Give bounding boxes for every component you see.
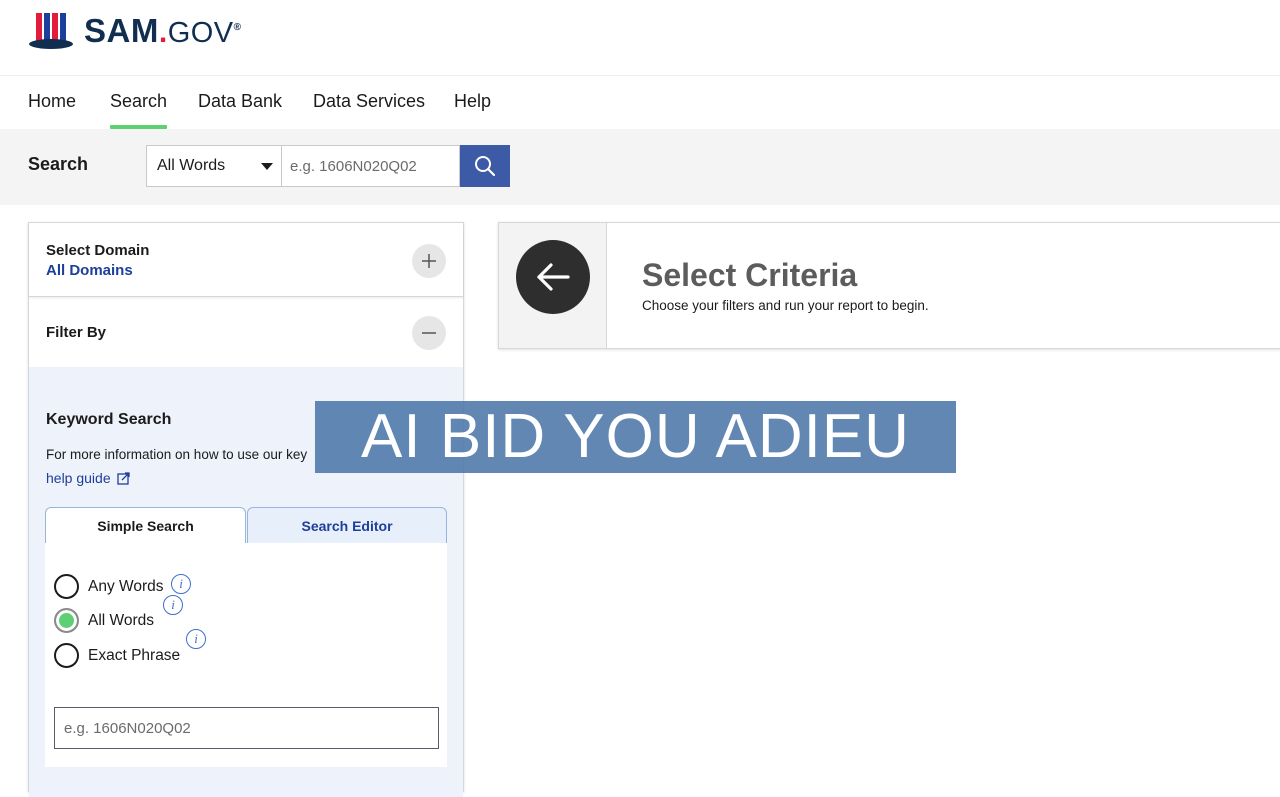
info-icon[interactable]: i [171, 574, 191, 594]
nav-home[interactable]: Home [28, 91, 76, 129]
filter-by-title: Filter By [46, 324, 107, 341]
help-guide-link[interactable]: help guide [46, 470, 130, 486]
site-header: SAM.GOV® [0, 0, 1280, 76]
nav-help[interactable]: Help [454, 91, 491, 129]
search-mode-value: All Words [157, 157, 226, 174]
back-arrow-button [516, 240, 590, 314]
search-input[interactable] [281, 145, 460, 187]
any-words-label: Any Words [88, 577, 164, 595]
radio-all-words[interactable] [54, 608, 79, 633]
keyword-search-description: For more information on how to use our k… [46, 447, 308, 462]
select-criteria-subtitle: Choose your filters and run your report … [642, 298, 929, 313]
tab-search-editor[interactable]: Search Editor [247, 507, 447, 544]
keyword-input[interactable] [54, 707, 439, 749]
results-panel: Select Criteria Choose your filters and … [498, 222, 1280, 349]
sam-gov-logo[interactable]: SAM.GOV® [28, 10, 242, 52]
collapse-filter-button[interactable] [412, 316, 446, 350]
search-icon [475, 156, 496, 177]
radio-exact-phrase[interactable] [54, 643, 79, 668]
select-domain-title: Select Domain [46, 242, 150, 259]
option-exact-phrase[interactable]: Exact Phrase [54, 643, 180, 668]
simple-search-panel: Any Words i All Words i Exact Phrase i [45, 543, 447, 767]
all-words-label: All Words [88, 611, 155, 629]
keyword-search-title: Keyword Search [46, 411, 172, 428]
filter-panel: Select Domain All Domains Filter By Keyw… [28, 222, 464, 797]
search-button[interactable] [460, 145, 510, 187]
option-any-words[interactable]: Any Words [54, 574, 164, 599]
filter-by-section[interactable]: Filter By [29, 299, 463, 367]
select-domain-section[interactable]: Select Domain All Domains [29, 223, 463, 297]
logo-text: SAM.GOV® [84, 12, 242, 49]
help-guide-label: help guide [46, 470, 111, 486]
main-nav: Home Search Data Bank Data Services Help [0, 77, 1280, 129]
arrow-left-icon [537, 263, 570, 291]
option-all-words[interactable]: All Words [54, 608, 154, 633]
plus-icon [422, 254, 436, 268]
exact-phrase-label: Exact Phrase [88, 646, 181, 664]
search-mode-select[interactable]: All Words [146, 145, 281, 187]
nav-data-bank[interactable]: Data Bank [198, 91, 282, 129]
nav-search[interactable]: Search [110, 91, 168, 129]
overlay-banner: AI BID YOU ADIEU [315, 401, 956, 473]
uncle-sam-hat-icon [29, 13, 73, 49]
info-icon[interactable]: i [163, 595, 183, 615]
minus-icon [422, 332, 436, 334]
global-search-bar: Search All Words [0, 129, 1280, 205]
search-label: Search [28, 154, 89, 174]
nav-data-services[interactable]: Data Services [313, 91, 425, 129]
caret-down-icon [261, 163, 273, 170]
select-criteria-title: Select Criteria [642, 257, 858, 293]
radio-any-words[interactable] [54, 574, 79, 599]
external-link-icon [116, 471, 130, 485]
info-icon[interactable]: i [186, 629, 206, 649]
selected-domain-value: All Domains [46, 262, 133, 279]
expand-domain-button[interactable] [412, 244, 446, 278]
tab-simple-search[interactable]: Simple Search [45, 507, 246, 544]
results-icon-area [499, 223, 607, 348]
